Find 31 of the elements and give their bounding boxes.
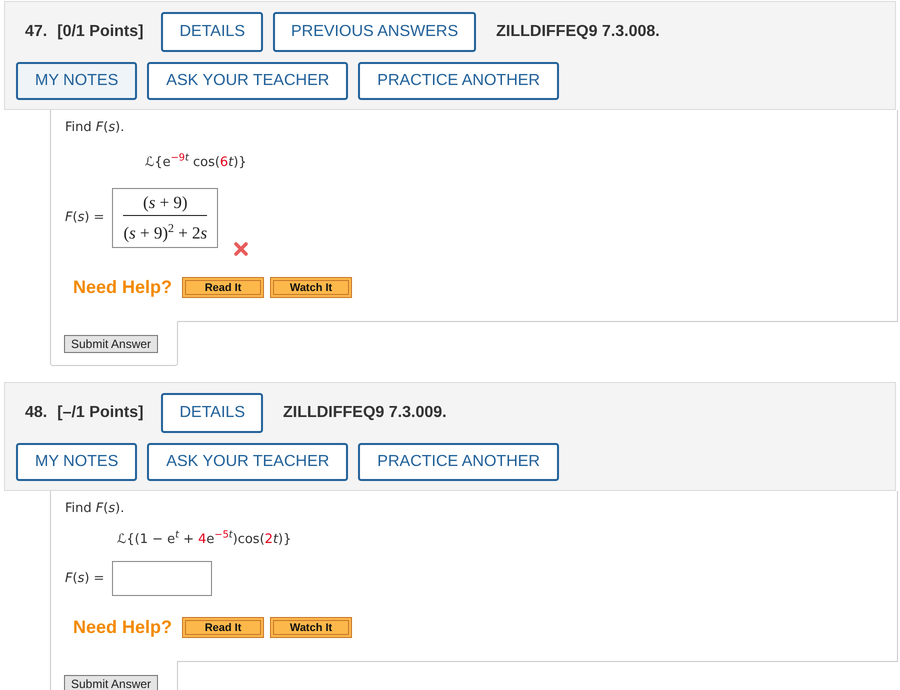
action-button[interactable]: ASK YOUR TEACHER [147,62,348,100]
answer-field[interactable] [112,561,212,596]
answer-label: F(s) = [65,570,104,588]
submit-answer-button[interactable]: Submit Answer [64,335,158,354]
help-button[interactable]: Read It [182,277,264,298]
help-button[interactable]: Watch It [270,277,352,298]
math-expression: ℒ{e$^{−9}$$^{t}$ cos(6t)} [145,154,247,170]
help-button[interactable]: Read It [182,617,264,638]
submit-answer-button[interactable]: Submit Answer [64,675,158,690]
problem-code: ZILLDIFFEQ9 7.3.009. [282,403,447,424]
need-help-label: Need Help? [73,616,172,640]
action-button[interactable]: PRACTICE ANOTHER [358,62,559,100]
help-button[interactable]: Watch It [270,617,352,638]
action-button[interactable]: PRACTICE ANOTHER [358,443,559,482]
header-button[interactable]: DETAILS [161,393,263,434]
answer-field[interactable]: (s + 9) (s + 9)$^{2}$ + 2s [112,188,218,248]
header-button[interactable]: DETAILS [161,12,263,52]
action-button[interactable]: MY NOTES [16,443,138,482]
header-button[interactable]: PREVIOUS ANSWERS [272,12,476,52]
action-button[interactable]: MY NOTES [16,62,138,100]
question-number: 48. [25,403,48,424]
question-number: 47. [25,22,48,42]
answer-label: F(s) = [65,209,104,228]
points-label: [–/1 Points] [57,403,144,424]
points-label: [0/1 Points] [57,22,144,42]
problem-code: ZILLDIFFEQ9 7.3.008. [496,22,660,42]
question-prompt: Find F(s). [65,119,126,137]
need-help-label: Need Help? [73,276,172,300]
math-expression: ℒ{(1 − e$^{t}$ + 4e$^{−5}$$^{t}$)cos(2t)} [117,532,292,548]
question-prompt: Find F(s). [65,500,126,518]
action-button[interactable]: ASK YOUR TEACHER [147,443,348,482]
